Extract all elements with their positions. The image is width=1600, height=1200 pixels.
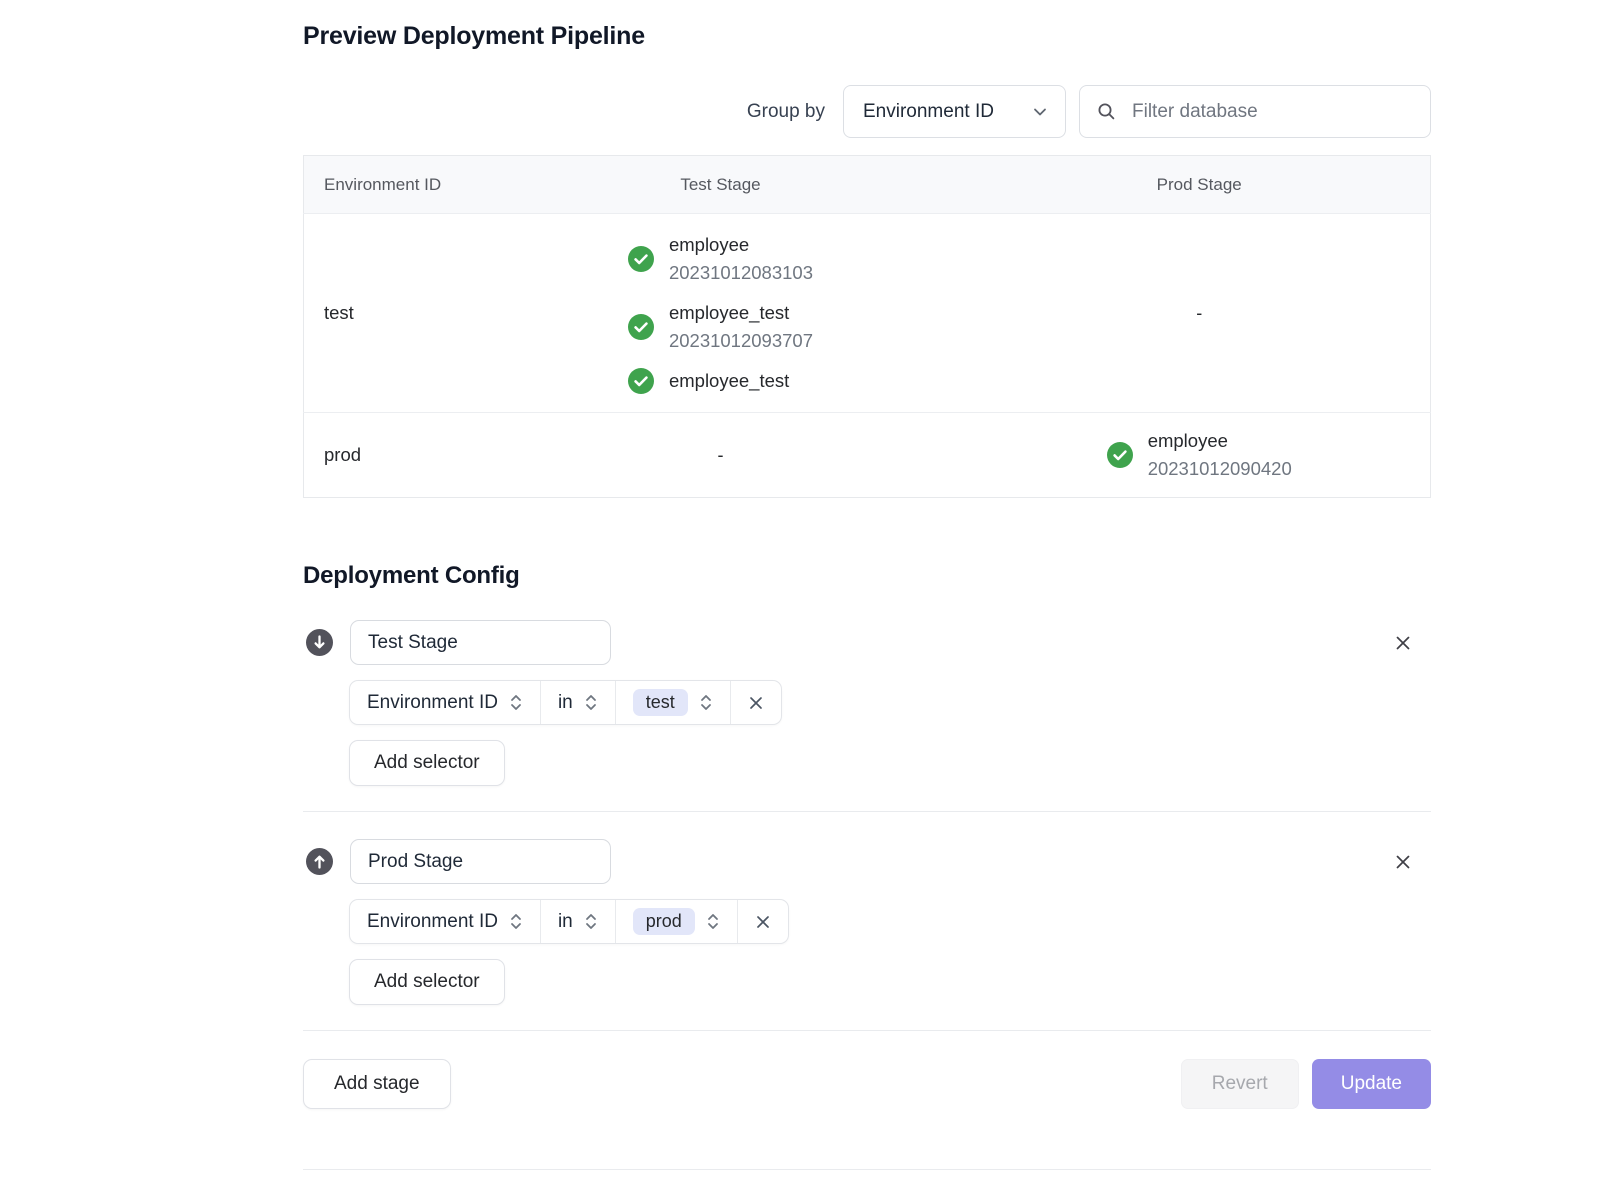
chevrons-up-down-icon	[584, 692, 598, 713]
pipeline-table: Environment ID Test Stage Prod Stage tes…	[303, 155, 1431, 498]
search-icon	[1096, 101, 1117, 122]
add-selector-button[interactable]: Add selector	[349, 959, 505, 1005]
selector-value-select[interactable]: test	[616, 681, 731, 724]
deployment-item: employee 20231012083103	[628, 231, 813, 287]
deployment-item: employee_test	[628, 367, 789, 395]
success-check-icon	[628, 314, 654, 340]
table-header-row: Environment ID Test Stage Prod Stage	[304, 156, 1431, 214]
success-check-icon	[1107, 442, 1133, 468]
success-check-icon	[628, 368, 654, 394]
table-row: test employee 20231012083103 employee_te…	[304, 214, 1431, 413]
prod-stage-deployments: employee 20231012090420	[1107, 427, 1292, 483]
schema-version: 20231012083103	[669, 259, 813, 287]
close-icon	[754, 913, 772, 931]
stage-config-test: Environment ID in test Add selector	[303, 620, 1431, 786]
remove-selector-button[interactable]	[738, 900, 788, 943]
selector-row: Environment ID in prod	[349, 899, 789, 944]
close-icon	[1392, 632, 1414, 654]
column-prod-stage: Prod Stage	[968, 156, 1430, 214]
stage-name-input[interactable]	[350, 620, 611, 665]
selector-operator-select[interactable]: in	[541, 681, 616, 724]
chevrons-up-down-icon	[509, 692, 523, 713]
selector-value-pill: prod	[633, 908, 695, 935]
database-name: employee_test	[669, 299, 813, 327]
selector-key-value: Environment ID	[367, 911, 498, 933]
selector-row: Environment ID in test	[349, 680, 782, 725]
deployment-item: employee_test 20231012093707	[628, 299, 813, 355]
selector-key-select[interactable]: Environment ID	[350, 900, 541, 943]
pipeline-toolbar: Group by Environment ID	[303, 85, 1431, 138]
success-check-icon	[628, 246, 654, 272]
page-title: Preview Deployment Pipeline	[303, 22, 645, 51]
deployment-config-section: Deployment Config Environment ID in	[303, 562, 1431, 1170]
remove-stage-button[interactable]	[1388, 847, 1418, 877]
database-name: employee	[669, 231, 813, 259]
schema-version: 20231012090420	[1148, 455, 1292, 483]
arrow-up-circle-icon	[306, 848, 333, 875]
empty-stage-dash: -	[717, 445, 723, 465]
stage-config-prod: Environment ID in prod Add selector	[303, 839, 1431, 1005]
remove-selector-button[interactable]	[731, 681, 781, 724]
selector-value-select[interactable]: prod	[616, 900, 738, 943]
empty-stage-dash: -	[1196, 303, 1202, 323]
arrow-down-circle-icon	[306, 629, 333, 656]
selector-value-pill: test	[633, 689, 688, 716]
database-name: employee	[1148, 427, 1292, 455]
schema-version: 20231012093707	[669, 327, 813, 355]
table-row: prod - employee 20231012090420	[304, 413, 1431, 498]
environment-name: prod	[324, 444, 361, 465]
chevrons-up-down-icon	[509, 911, 523, 932]
selector-operator-select[interactable]: in	[541, 900, 616, 943]
chevrons-up-down-icon	[584, 911, 598, 932]
close-icon	[747, 694, 765, 712]
update-button[interactable]: Update	[1312, 1059, 1431, 1109]
chevrons-up-down-icon	[699, 692, 713, 713]
database-name: employee_test	[669, 367, 789, 395]
column-test-stage: Test Stage	[473, 156, 969, 214]
group-by-label: Group by	[747, 101, 825, 123]
divider	[303, 1030, 1431, 1031]
environment-name: test	[324, 302, 354, 323]
chevrons-up-down-icon	[706, 911, 720, 932]
remove-stage-button[interactable]	[1388, 628, 1418, 658]
divider	[303, 811, 1431, 812]
test-stage-deployments: employee 20231012083103 employee_test 20…	[628, 231, 813, 395]
filter-database-box	[1079, 85, 1431, 138]
divider	[303, 1169, 1431, 1170]
column-environment-id: Environment ID	[304, 156, 473, 214]
chevron-down-icon	[1031, 103, 1049, 121]
deployment-item: employee 20231012090420	[1107, 427, 1292, 483]
stage-name-input[interactable]	[350, 839, 611, 884]
add-stage-button[interactable]: Add stage	[303, 1059, 451, 1109]
revert-button[interactable]: Revert	[1181, 1059, 1299, 1109]
selector-operator-value: in	[558, 692, 573, 714]
add-selector-button[interactable]: Add selector	[349, 740, 505, 786]
close-icon	[1392, 851, 1414, 873]
selector-key-value: Environment ID	[367, 692, 498, 714]
deployment-config-title: Deployment Config	[303, 562, 1431, 590]
group-by-select[interactable]: Environment ID	[843, 85, 1066, 138]
group-by-value: Environment ID	[863, 101, 994, 123]
config-actions: Add stage Revert Update	[303, 1059, 1431, 1109]
selector-key-select[interactable]: Environment ID	[350, 681, 541, 724]
selector-operator-value: in	[558, 911, 573, 933]
filter-database-input[interactable]	[1130, 100, 1414, 124]
